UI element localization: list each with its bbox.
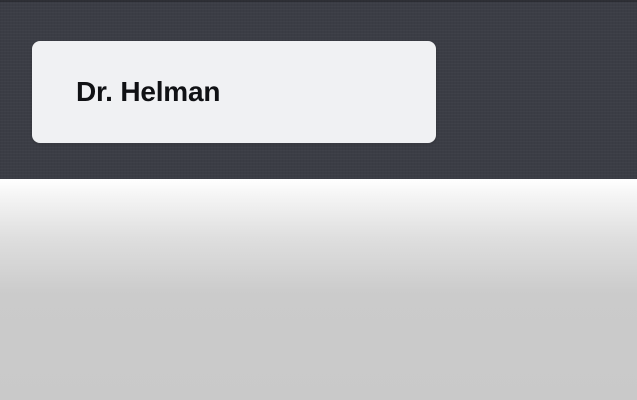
doctor-name-label: Dr. Helman <box>76 76 221 107</box>
top-header-bar: Dr. Helman <box>0 0 637 179</box>
main-content-area <box>0 179 637 400</box>
doctor-name-card[interactable]: Dr. Helman <box>32 41 436 143</box>
